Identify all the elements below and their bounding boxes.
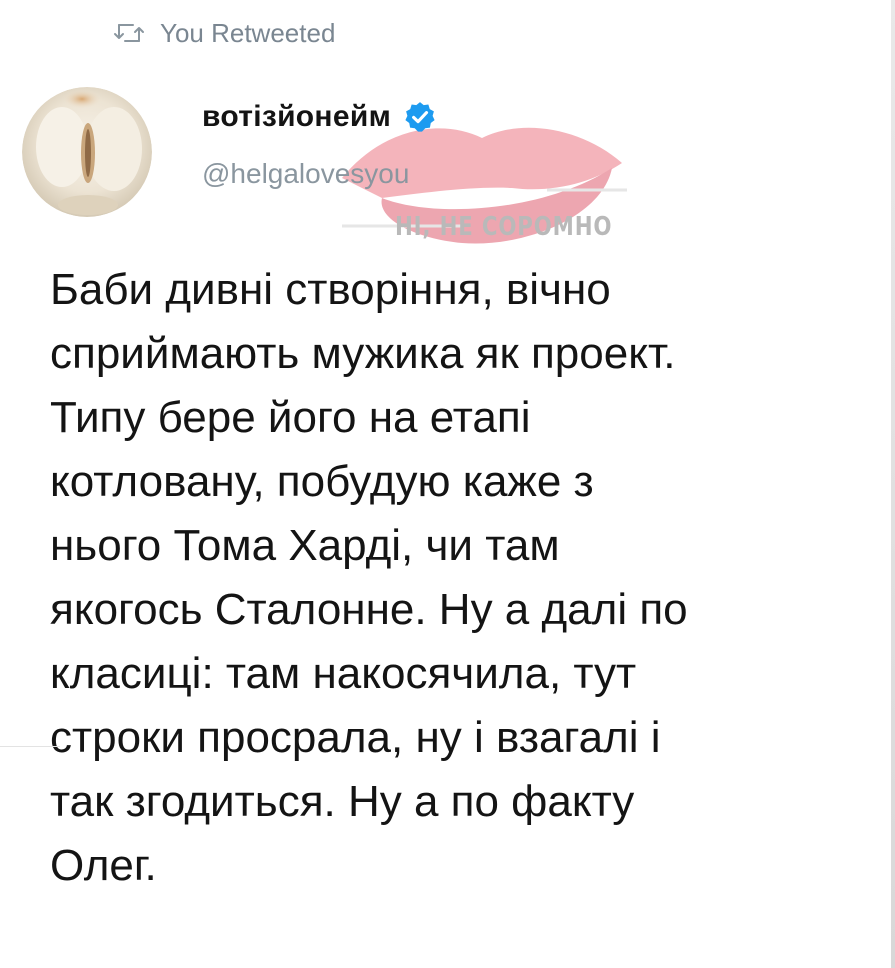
- retweet-icon: [112, 22, 146, 44]
- author-name-row: вотізйонейм: [202, 100, 437, 134]
- watermark-text: НІ, НЕ СОРОМНО: [395, 212, 613, 242]
- tweet-line: так згодиться. Ну а по факту: [50, 777, 635, 826]
- tweet-line: Олег.: [50, 841, 157, 890]
- retweet-label: You Retweeted: [160, 17, 336, 48]
- screen-edge: [891, 0, 895, 968]
- verified-badge-icon: [403, 100, 437, 134]
- tweet-line: сприймають мужика як проект.: [50, 329, 676, 378]
- tweet-line: якогось Сталонне. Ну а далі по: [50, 585, 688, 634]
- retweet-indicator: You Retweeted: [112, 16, 335, 50]
- tweet-line: Баби дивні створіння, вічно: [50, 265, 611, 314]
- tweet-line: класиці: там накосячила, тут: [50, 649, 637, 698]
- tweet-line: строки просрала, ну і взагалі і: [50, 713, 661, 762]
- tweet-line: нього Тома Харді, чи там: [50, 521, 560, 570]
- user-handle[interactable]: @helgalovesyou: [202, 158, 409, 190]
- divider: [0, 746, 60, 747]
- tweet-screenshot: You Retweeted НІ, НЕ СОРОМНО вотізйонейм…: [0, 0, 895, 968]
- tweet-line: котловану, побудую каже з: [50, 457, 594, 506]
- tweet-body: Баби дивні створіння, вічно сприймають м…: [50, 258, 880, 898]
- tweet-line: Типу бере його на етапі: [50, 393, 531, 442]
- avatar[interactable]: [22, 87, 152, 217]
- display-name[interactable]: вотізйонейм: [202, 100, 391, 134]
